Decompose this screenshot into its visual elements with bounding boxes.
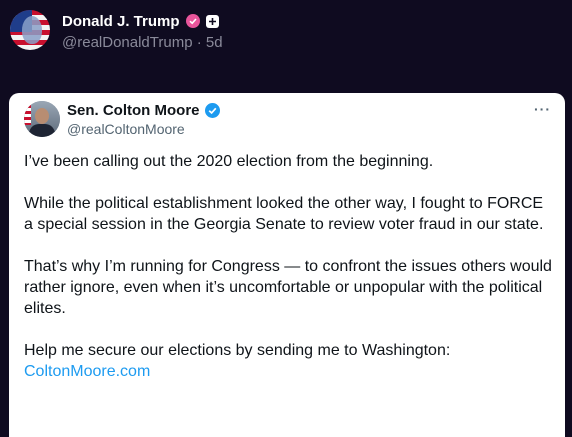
quoted-post-card[interactable]: Sen. Colton Moore @realColtonMoore ··· I…: [9, 93, 565, 437]
author-meta: @realDonaldTrump · 5d: [62, 34, 223, 51]
quoted-author-name[interactable]: Sen. Colton Moore: [67, 102, 200, 119]
quoted-paragraph: That’s why I’m running for Congress — to…: [24, 258, 552, 317]
quoted-paragraph: I’ve been calling out the 2020 election …: [24, 153, 434, 170]
avatar[interactable]: [10, 10, 50, 50]
quoted-paragraph: While the political establishment looked…: [24, 195, 544, 233]
verified-badge-icon: [204, 102, 220, 118]
post-header: Donald J. Trump @realDonaldTrump · 5d: [10, 10, 223, 51]
quoted-author-handle[interactable]: @realColtonMoore: [67, 121, 185, 137]
verified-badge-icon: [185, 14, 200, 28]
campaign-link[interactable]: ColtonMoore.com: [24, 363, 150, 380]
quoted-name-row: Sen. Colton Moore: [67, 101, 220, 119]
quoted-avatar[interactable]: [24, 101, 60, 137]
quoted-paragraph-with-link: Help me secure our elections by sending …: [24, 340, 554, 382]
post-time[interactable]: 5d: [206, 34, 223, 51]
affiliate-badge-icon: [205, 14, 219, 28]
author-handle[interactable]: @realDonaldTrump: [62, 34, 193, 51]
quoted-post-text: I’ve been calling out the 2020 election …: [24, 151, 554, 382]
quoted-avatar-head: [35, 108, 49, 124]
quoted-avatar-flag: [24, 105, 31, 125]
quoted-paragraph: Help me secure our elections by sending …: [24, 342, 451, 359]
avatar-face: [22, 16, 42, 44]
meta-separator: ·: [196, 34, 202, 51]
author-name-row: Donald J. Trump: [62, 11, 223, 31]
quoted-avatar-suit: [29, 124, 55, 137]
author-block: Donald J. Trump @realDonaldTrump · 5d: [62, 10, 223, 52]
author-name[interactable]: Donald J. Trump: [62, 13, 180, 30]
more-options-icon[interactable]: ···: [534, 101, 551, 117]
